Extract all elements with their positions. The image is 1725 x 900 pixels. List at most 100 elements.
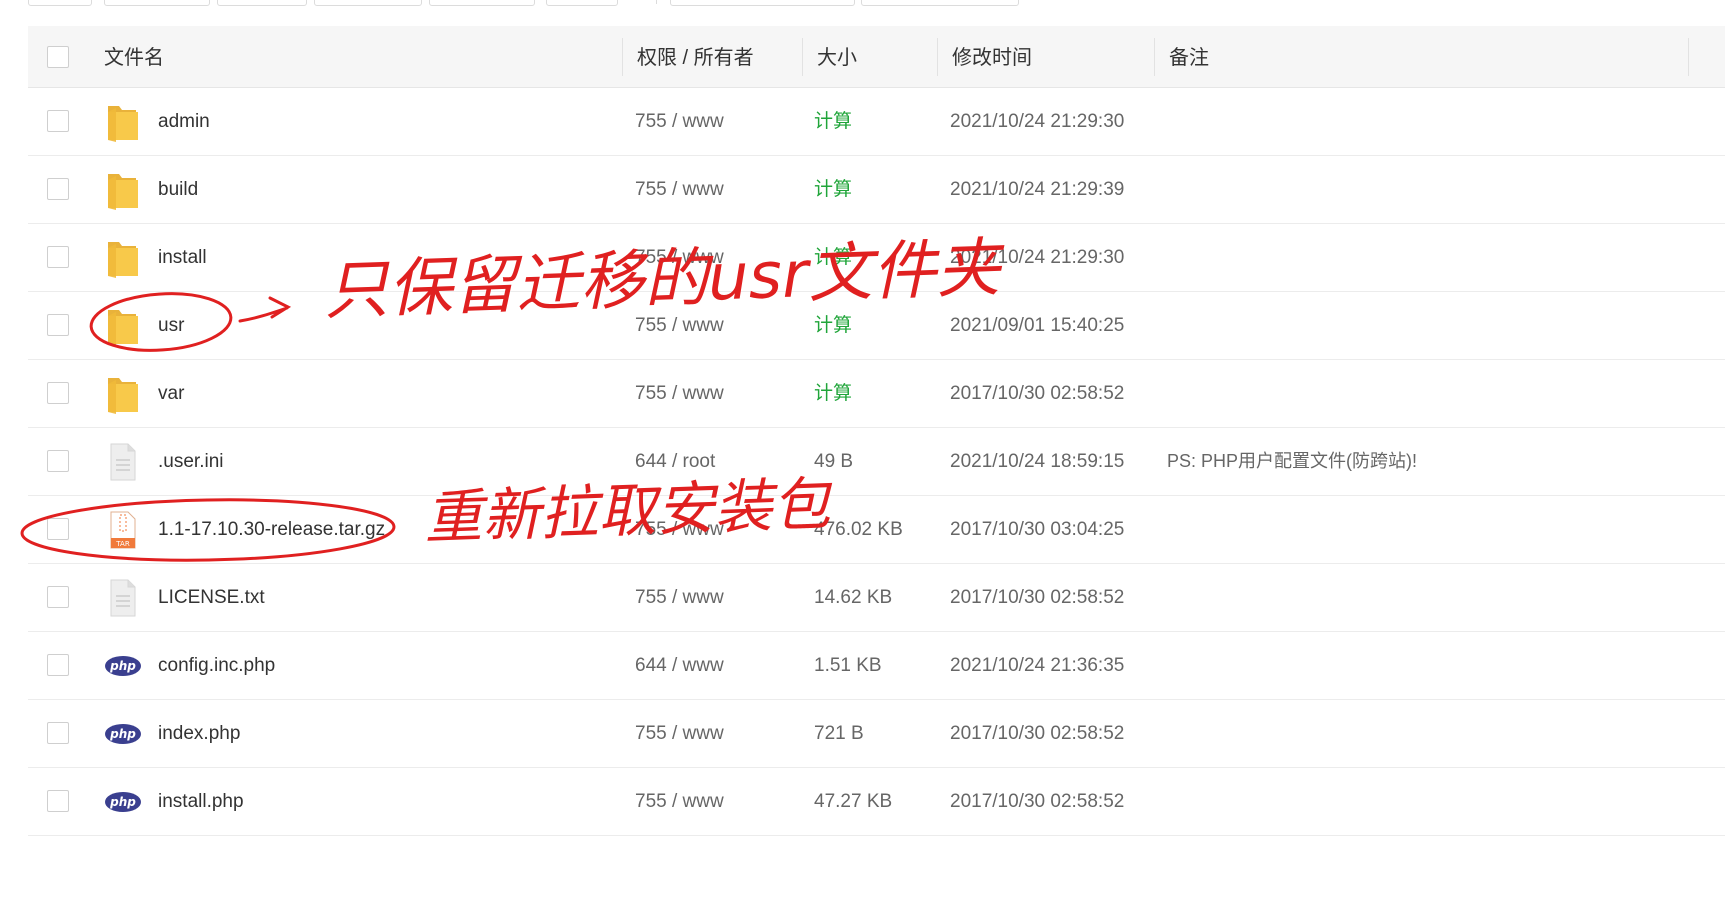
row-checkbox[interactable] <box>47 246 69 268</box>
column-divider[interactable] <box>937 38 938 76</box>
file-permission[interactable]: 755 / www <box>635 496 724 563</box>
row-checkbox[interactable] <box>47 654 69 676</box>
toolbar-button[interactable] <box>546 0 618 6</box>
archive-file-icon[interactable]: TAR <box>104 510 142 550</box>
file-size[interactable]: 计算 <box>814 88 852 155</box>
column-divider[interactable] <box>802 38 803 76</box>
file-name[interactable]: install <box>158 224 207 291</box>
row-checkbox[interactable] <box>47 178 69 200</box>
row-checkbox[interactable] <box>47 790 69 812</box>
file-table: 文件名 权限 / 所有者 大小 修改时间 备注 admin 755 / www 计算… <box>28 26 1725 836</box>
folder-icon[interactable] <box>104 170 142 210</box>
toolbar-button[interactable] <box>217 0 307 6</box>
file-mtime: 2021/10/24 21:29:30 <box>950 247 1125 268</box>
table-row[interactable]: .user.ini 644 / root 49 B 2021/10/24 18:59:… <box>28 428 1725 496</box>
text-file-icon[interactable] <box>104 578 142 618</box>
folder-icon[interactable] <box>104 374 142 414</box>
file-name[interactable]: install.php <box>158 768 244 835</box>
header-size[interactable]: 大小 <box>817 26 857 87</box>
column-divider[interactable] <box>1688 38 1689 76</box>
column-divider[interactable] <box>1154 38 1155 76</box>
file-name[interactable]: build <box>158 156 198 223</box>
file-size: 1.51 KB <box>814 655 882 676</box>
folder-icon[interactable] <box>104 306 142 346</box>
file-permission[interactable]: 755 / www <box>635 224 724 291</box>
file-size: 476.02 KB <box>814 519 903 540</box>
file-permission[interactable]: 755 / www <box>635 700 724 767</box>
file-name[interactable]: var <box>158 360 184 427</box>
table-row[interactable]: install 755 / www 计算 2021/10/24 21:29:30 <box>28 224 1725 292</box>
toolbar-separator <box>656 0 657 4</box>
table-row[interactable]: LICENSE.txt 755 / www 14.62 KB 2017/10/30 0… <box>28 564 1725 632</box>
table-row[interactable]: php install.php 755 / www 47.27 KB 2017/10/3… <box>28 768 1725 836</box>
file-size[interactable]: 计算 <box>814 292 852 359</box>
folder-icon[interactable] <box>104 102 142 142</box>
file-name[interactable]: LICENSE.txt <box>158 564 265 631</box>
table-row[interactable]: TAR 1.1-17.10.30-release.tar.gz 755 / www 4… <box>28 496 1725 564</box>
file-name[interactable]: 1.1-17.10.30-release.tar.gz <box>158 496 385 563</box>
file-permission[interactable]: 755 / www <box>635 292 724 359</box>
file-name[interactable]: admin <box>158 88 210 155</box>
toolbar-button[interactable] <box>861 0 1019 6</box>
file-permission[interactable]: 644 / www <box>635 632 724 699</box>
file-mtime: 2021/10/24 21:29:30 <box>950 111 1125 132</box>
php-file-icon[interactable]: php <box>104 646 142 686</box>
file-mtime: 2021/10/24 21:29:39 <box>950 179 1125 200</box>
table-body: admin 755 / www 计算 2021/10/24 21:29:30 build… <box>28 88 1725 836</box>
file-permission[interactable]: 755 / www <box>635 360 724 427</box>
file-mtime: 2021/10/24 18:59:15 <box>950 451 1125 472</box>
toolbar-button[interactable] <box>314 0 422 6</box>
toolbar-button[interactable] <box>104 0 210 6</box>
table-row[interactable]: admin 755 / www 计算 2021/10/24 21:29:30 <box>28 88 1725 156</box>
table-row[interactable]: usr 755 / www 计算 2021/09/01 15:40:25 <box>28 292 1725 360</box>
select-all-checkbox[interactable] <box>47 46 69 68</box>
file-size: 721 B <box>814 723 864 744</box>
file-name[interactable]: .user.ini <box>158 428 223 495</box>
file-name[interactable]: index.php <box>158 700 240 767</box>
file-mtime: 2017/10/30 02:58:52 <box>950 587 1125 608</box>
text-file-icon[interactable] <box>104 442 142 482</box>
file-size[interactable]: 计算 <box>814 360 852 427</box>
row-checkbox[interactable] <box>47 450 69 472</box>
row-checkbox[interactable] <box>47 110 69 132</box>
php-file-icon[interactable]: php <box>104 782 142 822</box>
svg-text:php: php <box>109 795 136 809</box>
header-note[interactable]: 备注 <box>1169 26 1209 87</box>
file-size: 14.62 KB <box>814 587 893 608</box>
file-permission[interactable]: 644 / root <box>635 428 715 495</box>
file-permission[interactable]: 755 / www <box>635 156 724 223</box>
row-checkbox[interactable] <box>47 382 69 404</box>
file-mtime: 2021/09/01 15:40:25 <box>950 315 1125 336</box>
folder-icon[interactable] <box>104 238 142 278</box>
toolbar-button[interactable] <box>670 0 855 6</box>
svg-text:php: php <box>109 659 136 673</box>
svg-text:TAR: TAR <box>115 540 130 548</box>
row-checkbox[interactable] <box>47 518 69 540</box>
toolbar-button[interactable] <box>28 0 92 6</box>
file-mtime: 2017/10/30 02:58:52 <box>950 383 1125 404</box>
table-row[interactable]: build 755 / www 计算 2021/10/24 21:29:39 <box>28 156 1725 224</box>
file-permission[interactable]: 755 / www <box>635 88 724 155</box>
row-checkbox[interactable] <box>47 314 69 336</box>
column-divider[interactable] <box>622 38 623 76</box>
file-name[interactable]: usr <box>158 292 184 359</box>
header-filename[interactable]: 文件名 <box>104 26 164 87</box>
table-row[interactable]: var 755 / www 计算 2017/10/30 02:58:52 <box>28 360 1725 428</box>
file-mtime: 2017/10/30 03:04:25 <box>950 519 1125 540</box>
file-permission[interactable]: 755 / www <box>635 564 724 631</box>
file-permission[interactable]: 755 / www <box>635 768 724 835</box>
table-row[interactable]: php config.inc.php 644 / www 1.51 KB 2021/10… <box>28 632 1725 700</box>
file-size: 47.27 KB <box>814 791 893 812</box>
table-row[interactable]: php index.php 755 / www 721 B 2017/10/30 02:… <box>28 700 1725 768</box>
row-checkbox[interactable] <box>47 586 69 608</box>
header-permission[interactable]: 权限 / 所有者 <box>637 26 754 87</box>
file-size[interactable]: 计算 <box>814 156 852 223</box>
php-file-icon[interactable]: php <box>104 714 142 754</box>
toolbar <box>0 0 1725 6</box>
file-mtime: 2017/10/30 02:58:52 <box>950 723 1125 744</box>
row-checkbox[interactable] <box>47 722 69 744</box>
toolbar-button[interactable] <box>429 0 535 6</box>
file-size[interactable]: 计算 <box>814 224 852 291</box>
file-name[interactable]: config.inc.php <box>158 632 275 699</box>
header-mtime[interactable]: 修改时间 <box>952 26 1032 87</box>
